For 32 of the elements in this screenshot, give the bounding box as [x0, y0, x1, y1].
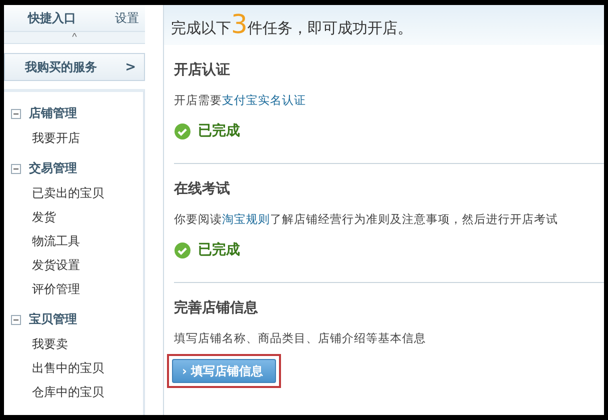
check-circle-icon: [174, 242, 191, 258]
menu-item[interactable]: 发货设置: [4, 253, 143, 277]
menu-item[interactable]: 物流工具: [4, 229, 143, 253]
rule-link[interactable]: 支付宝实名认证: [222, 93, 306, 107]
rule-link[interactable]: 淘宝规则: [222, 212, 270, 226]
quick-access-title: 快捷入口: [28, 10, 76, 26]
task-description: 填写店铺名称、商品类目、店铺介绍等基本信息: [174, 331, 427, 346]
check-circle-icon: [174, 122, 191, 140]
menu-item[interactable]: 评价管理: [4, 277, 143, 301]
menu-item[interactable]: 仓库中的宝贝: [4, 380, 143, 404]
menu-item[interactable]: 已卖出的宝贝: [4, 181, 143, 205]
collapse-button[interactable]: ^: [4, 32, 145, 44]
purchased-services-link[interactable]: 我购买的服务 >: [4, 53, 145, 81]
menu-group-title: 店铺管理: [29, 105, 77, 122]
menu-item[interactable]: 发货: [4, 205, 143, 229]
collapse-icon[interactable]: [11, 108, 21, 118]
menu-group-title: 宝贝管理: [29, 311, 77, 328]
menu-item[interactable]: 我要卖: [4, 332, 143, 356]
status-text: 已完成: [198, 241, 240, 259]
collapse-icon[interactable]: [11, 314, 21, 324]
menu-item[interactable]: 出售中的宝贝: [4, 356, 143, 380]
collapse-icon[interactable]: [11, 164, 21, 174]
settings-link[interactable]: 设置: [115, 10, 139, 26]
menu-group-title: 交易管理: [29, 160, 77, 177]
task-description: 你要阅读淘宝规则了解店铺经营行为准则及注意事项，然后进行开店考试: [174, 212, 559, 227]
menu-item[interactable]: 我要开店: [4, 126, 143, 150]
headline: 完成以下3件任务，即可成功开店。: [171, 10, 413, 40]
task-description: 开店需要支付宝实名认证: [174, 93, 307, 108]
task-title: 完善店铺信息: [174, 299, 259, 317]
task-title: 开店认证: [174, 61, 231, 79]
status-text: 已完成: [198, 122, 240, 140]
task-title: 在线考试: [174, 180, 231, 198]
